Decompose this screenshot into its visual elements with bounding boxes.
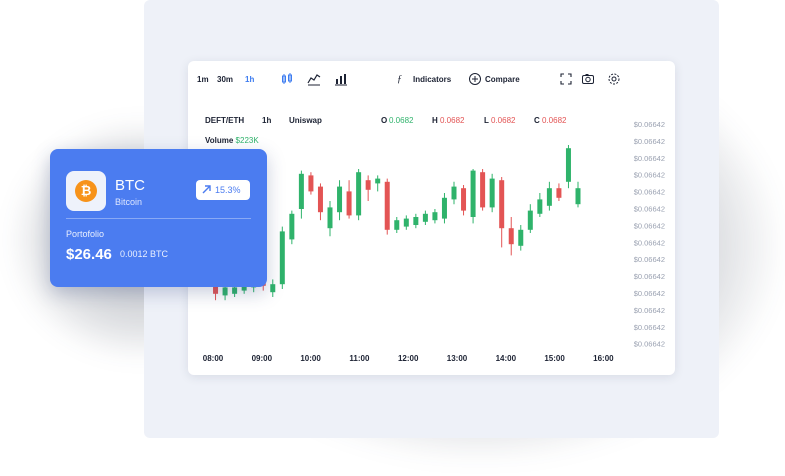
candle-body [232, 287, 238, 294]
x-tick-label: 12:00 [398, 354, 419, 363]
x-tick-label: 08:00 [203, 354, 224, 363]
candle-body [508, 228, 514, 245]
candle-body [356, 172, 362, 216]
change-value: 15.3% [215, 185, 241, 195]
coin-symbol: BTC [115, 177, 145, 194]
y-tick-label: $0.06642 [634, 221, 665, 230]
candle-body [470, 170, 476, 217]
y-tick-label: $0.06642 [634, 205, 665, 214]
coin-icon-box: ₿ [66, 171, 106, 211]
x-tick-label: 10:00 [300, 354, 321, 363]
candle-body [546, 188, 552, 206]
candle-body [346, 191, 352, 216]
candle-body [394, 220, 400, 230]
y-tick-label: $0.06642 [634, 272, 665, 281]
candle-body [518, 229, 524, 246]
btc-portfolio-card[interactable]: ₿ BTC Bitcoin 15.3% Portofolio $26.46 0.… [50, 149, 267, 287]
portfolio-label: Portofolio [66, 229, 105, 239]
candle-body [575, 188, 581, 205]
candle-body [422, 213, 428, 222]
candle-body [480, 172, 486, 208]
candle-body [375, 178, 381, 184]
candle-body [461, 188, 467, 211]
candle-body [270, 284, 276, 293]
y-tick-label: $0.06642 [634, 340, 665, 349]
candle-body [298, 173, 304, 209]
candle-body [365, 180, 371, 190]
bitcoin-icon: ₿ [75, 180, 97, 202]
candle-body [222, 287, 228, 296]
x-tick-label: 15:00 [544, 354, 565, 363]
y-tick-label: $0.06642 [634, 323, 665, 332]
candle-body [403, 218, 409, 227]
x-tick-label: 14:00 [496, 354, 517, 363]
candle-body [489, 178, 495, 208]
x-tick-label: 09:00 [252, 354, 273, 363]
candle-body [289, 213, 295, 240]
candle-body [432, 212, 438, 221]
y-tick-label: $0.06642 [634, 306, 665, 315]
candle-body [451, 186, 457, 200]
candle-body [556, 188, 562, 198]
candle-body [527, 210, 533, 230]
change-badge: 15.3% [196, 180, 250, 200]
x-tick-label: 13:00 [447, 354, 468, 363]
x-tick-label: 11:00 [349, 354, 370, 363]
candle-body [413, 217, 419, 225]
y-tick-label: $0.06642 [634, 255, 665, 264]
candle-body [537, 199, 543, 214]
candle-body [279, 231, 285, 285]
candle-body [499, 180, 505, 229]
candle-body [337, 186, 343, 213]
y-tick-label: $0.06642 [634, 137, 665, 146]
coin-name: Bitcoin [115, 197, 143, 207]
y-tick-label: $0.06642 [634, 289, 665, 298]
portfolio-value: $26.46 [66, 246, 112, 263]
candle-body [384, 181, 390, 230]
candle-body [327, 207, 333, 229]
card-divider [66, 218, 251, 219]
portfolio-btc-amount: 0.0012 BTC [120, 249, 169, 259]
x-tick-label: 16:00 [593, 354, 614, 363]
candle-body [317, 186, 323, 213]
candle-body [565, 148, 571, 182]
y-tick-label: $0.06642 [634, 188, 665, 197]
candle-body [441, 197, 447, 219]
y-tick-label: $0.06642 [634, 154, 665, 163]
arrow-up-right-icon [202, 185, 211, 194]
candle-body [308, 175, 314, 192]
y-tick-label: $0.06642 [634, 120, 665, 129]
y-tick-label: $0.06642 [634, 171, 665, 180]
y-tick-label: $0.06642 [634, 238, 665, 247]
